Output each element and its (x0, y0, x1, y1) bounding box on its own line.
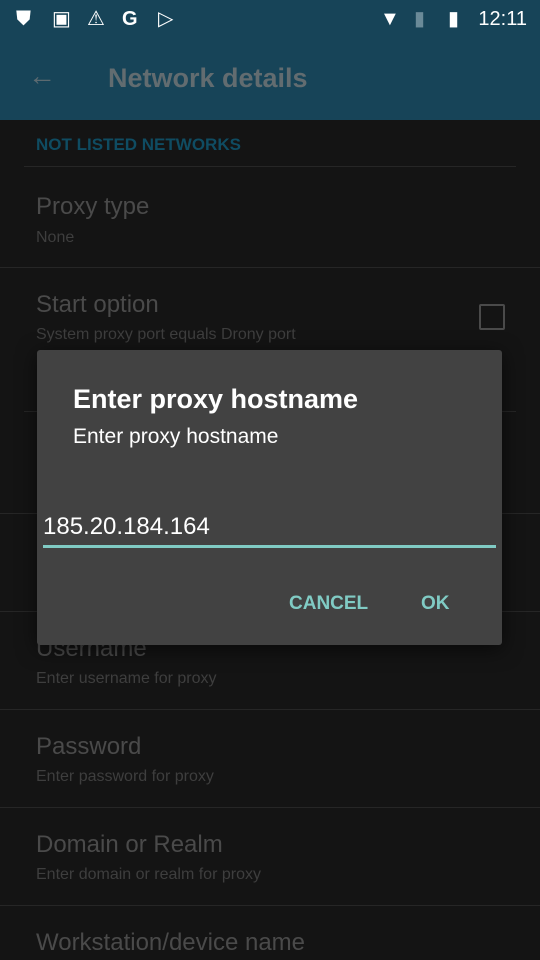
google-icon: G (122, 8, 138, 30)
image-icon: ▣ (52, 8, 71, 30)
username-subtitle: Enter username for proxy (36, 670, 217, 687)
start-option-title[interactable]: Start option (36, 291, 159, 319)
page-title: Network details (108, 63, 308, 93)
domain-subtitle: Enter domain or realm for proxy (36, 866, 261, 883)
app-bar: ← Network details (0, 38, 540, 120)
cancel-button[interactable]: CANCEL (289, 593, 368, 615)
password-title[interactable]: Password (36, 733, 141, 761)
hostname-dialog: Enter proxy hostname Enter proxy hostnam… (37, 350, 502, 645)
password-subtitle: Enter password for proxy (36, 768, 214, 785)
proxy-type-value: None (36, 229, 75, 246)
play-store-icon: ▷ (158, 8, 174, 30)
status-bar: ⛊ ▣ ⚠ G ▷ ▼ ▮ ▮ 12:11 (0, 0, 540, 38)
dialog-title: Enter proxy hostname (73, 384, 359, 414)
clock: 12:11 (478, 8, 527, 30)
proxy-type-title[interactable]: Proxy type (36, 193, 149, 221)
dialog-message: Enter proxy hostname (73, 425, 279, 448)
domain-title[interactable]: Domain or Realm (36, 831, 223, 859)
hostname-input[interactable] (43, 508, 496, 548)
battery-charging-icon: ▮ (448, 8, 460, 30)
warning-icon: ⚠ (87, 8, 105, 30)
wifi-icon: ▼ (380, 8, 400, 30)
no-sim-icon: ▮ (414, 8, 426, 30)
back-arrow-icon[interactable]: ← (28, 60, 56, 92)
start-option-checkbox[interactable] (479, 304, 505, 330)
workstation-title[interactable]: Workstation/device name (36, 929, 305, 957)
ok-button[interactable]: OK (421, 593, 450, 615)
shield-play-icon: ⛊ (16, 8, 31, 30)
section-header: NOT LISTED NETWORKS (36, 135, 241, 154)
start-option-subtitle: System proxy port equals Drony port (36, 326, 296, 343)
